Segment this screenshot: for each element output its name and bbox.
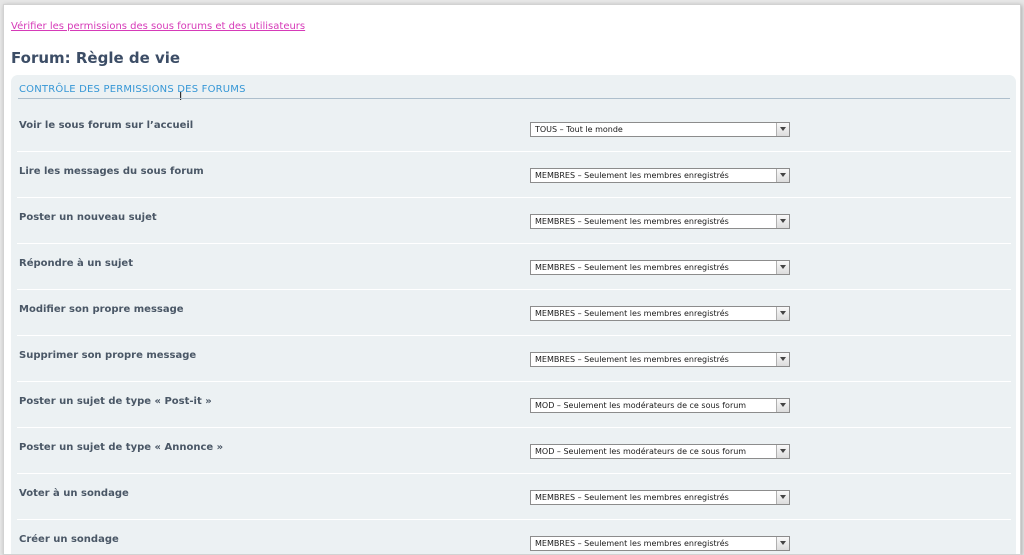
permission-select-value: MEMBRES – Seulement les membres enregist… xyxy=(535,171,729,180)
permission-select-value: MEMBRES – Seulement les membres enregist… xyxy=(535,539,729,548)
permission-row: Modifier son propre message MEMBRES – Se… xyxy=(11,289,1016,335)
chevron-down-icon[interactable] xyxy=(776,215,789,228)
permission-label: Supprimer son propre message xyxy=(19,350,197,361)
section-title: CONTRÔLE DES PERMISSIONS DES FORUMS xyxy=(19,84,246,95)
permission-row: Répondre à un sujet MEMBRES – Seulement … xyxy=(11,243,1016,289)
row-divider xyxy=(17,289,1011,290)
permission-select-value: MEMBRES – Seulement les membres enregist… xyxy=(535,263,729,272)
permission-select[interactable]: MEMBRES – Seulement les membres enregist… xyxy=(530,306,790,321)
permission-label: Répondre à un sujet xyxy=(19,258,133,269)
page-content: Vérifier les permissions des sous forums… xyxy=(3,4,1021,555)
chevron-down-icon[interactable] xyxy=(776,169,789,182)
chevron-down-icon[interactable] xyxy=(776,261,789,274)
permission-row: Poster un sujet de type « Annonce » MOD … xyxy=(11,427,1016,473)
permission-label: Poster un sujet de type « Post-it » xyxy=(19,396,212,407)
permission-label: Créer un sondage xyxy=(19,534,119,545)
permission-row: Poster un sujet de type « Post-it » MOD … xyxy=(11,381,1016,427)
permission-row: Voir le sous forum sur l’accueil TOUS – … xyxy=(11,105,1016,151)
permission-select-value: MEMBRES – Seulement les membres enregist… xyxy=(535,355,729,364)
permission-select[interactable]: MEMBRES – Seulement les membres enregist… xyxy=(530,260,790,275)
page-title: Forum: Règle de vie xyxy=(11,49,181,67)
permission-select-value: MEMBRES – Seulement les membres enregist… xyxy=(535,493,729,502)
permission-label: Modifier son propre message xyxy=(19,304,184,315)
permissions-panel: CONTRÔLE DES PERMISSIONS DES FORUMS I Vo… xyxy=(11,75,1016,554)
row-divider xyxy=(17,427,1011,428)
row-divider xyxy=(17,519,1011,520)
permission-row: Supprimer son propre message MEMBRES – S… xyxy=(11,335,1016,381)
permission-select[interactable]: MEMBRES – Seulement les membres enregist… xyxy=(530,536,790,551)
permission-select[interactable]: MEMBRES – Seulement les membres enregist… xyxy=(530,352,790,367)
permission-select-value: MOD – Seulement les modérateurs de ce so… xyxy=(535,401,747,410)
permission-row: Voter à un sondage MEMBRES – Seulement l… xyxy=(11,473,1016,519)
chevron-down-icon[interactable] xyxy=(776,307,789,320)
permission-label: Voter à un sondage xyxy=(19,488,129,499)
text-cursor-icon: I xyxy=(179,90,183,103)
permission-select-value: MEMBRES – Seulement les membres enregist… xyxy=(535,309,729,318)
permission-select-value: MOD – Seulement les modérateurs de ce so… xyxy=(535,447,747,456)
permission-label: Lire les messages du sous forum xyxy=(19,166,204,177)
row-divider xyxy=(17,473,1011,474)
permission-select[interactable]: TOUS – Tout le monde xyxy=(530,122,790,137)
permission-select[interactable]: MOD – Seulement les modérateurs de ce so… xyxy=(530,444,790,459)
permission-select[interactable]: MEMBRES – Seulement les membres enregist… xyxy=(530,168,790,183)
row-divider xyxy=(17,243,1011,244)
row-divider xyxy=(17,381,1011,382)
chevron-down-icon[interactable] xyxy=(776,537,789,550)
verify-permissions-link[interactable]: Vérifier les permissions des sous forums… xyxy=(11,21,305,32)
row-divider xyxy=(17,335,1011,336)
section-divider xyxy=(18,98,1010,99)
permission-label: Poster un sujet de type « Annonce » xyxy=(19,442,224,453)
permission-row: Lire les messages du sous forum MEMBRES … xyxy=(11,151,1016,197)
row-divider xyxy=(17,197,1011,198)
chevron-down-icon[interactable] xyxy=(776,445,789,458)
permission-select[interactable]: MEMBRES – Seulement les membres enregist… xyxy=(530,214,790,229)
chevron-down-icon[interactable] xyxy=(776,123,789,136)
permission-row: Poster un nouveau sujet MEMBRES – Seulem… xyxy=(11,197,1016,243)
permission-select-value: MEMBRES – Seulement les membres enregist… xyxy=(535,217,729,226)
permission-select-value: TOUS – Tout le monde xyxy=(535,125,623,134)
permission-label: Poster un nouveau sujet xyxy=(19,212,157,223)
chevron-down-icon[interactable] xyxy=(776,353,789,366)
row-divider xyxy=(17,151,1011,152)
chevron-down-icon[interactable] xyxy=(776,399,789,412)
permission-select[interactable]: MEMBRES – Seulement les membres enregist… xyxy=(530,490,790,505)
permission-label: Voir le sous forum sur l’accueil xyxy=(19,120,194,131)
chevron-down-icon[interactable] xyxy=(776,491,789,504)
permission-select[interactable]: MOD – Seulement les modérateurs de ce so… xyxy=(530,398,790,413)
permission-row: Créer un sondage MEMBRES – Seulement les… xyxy=(11,519,1016,554)
